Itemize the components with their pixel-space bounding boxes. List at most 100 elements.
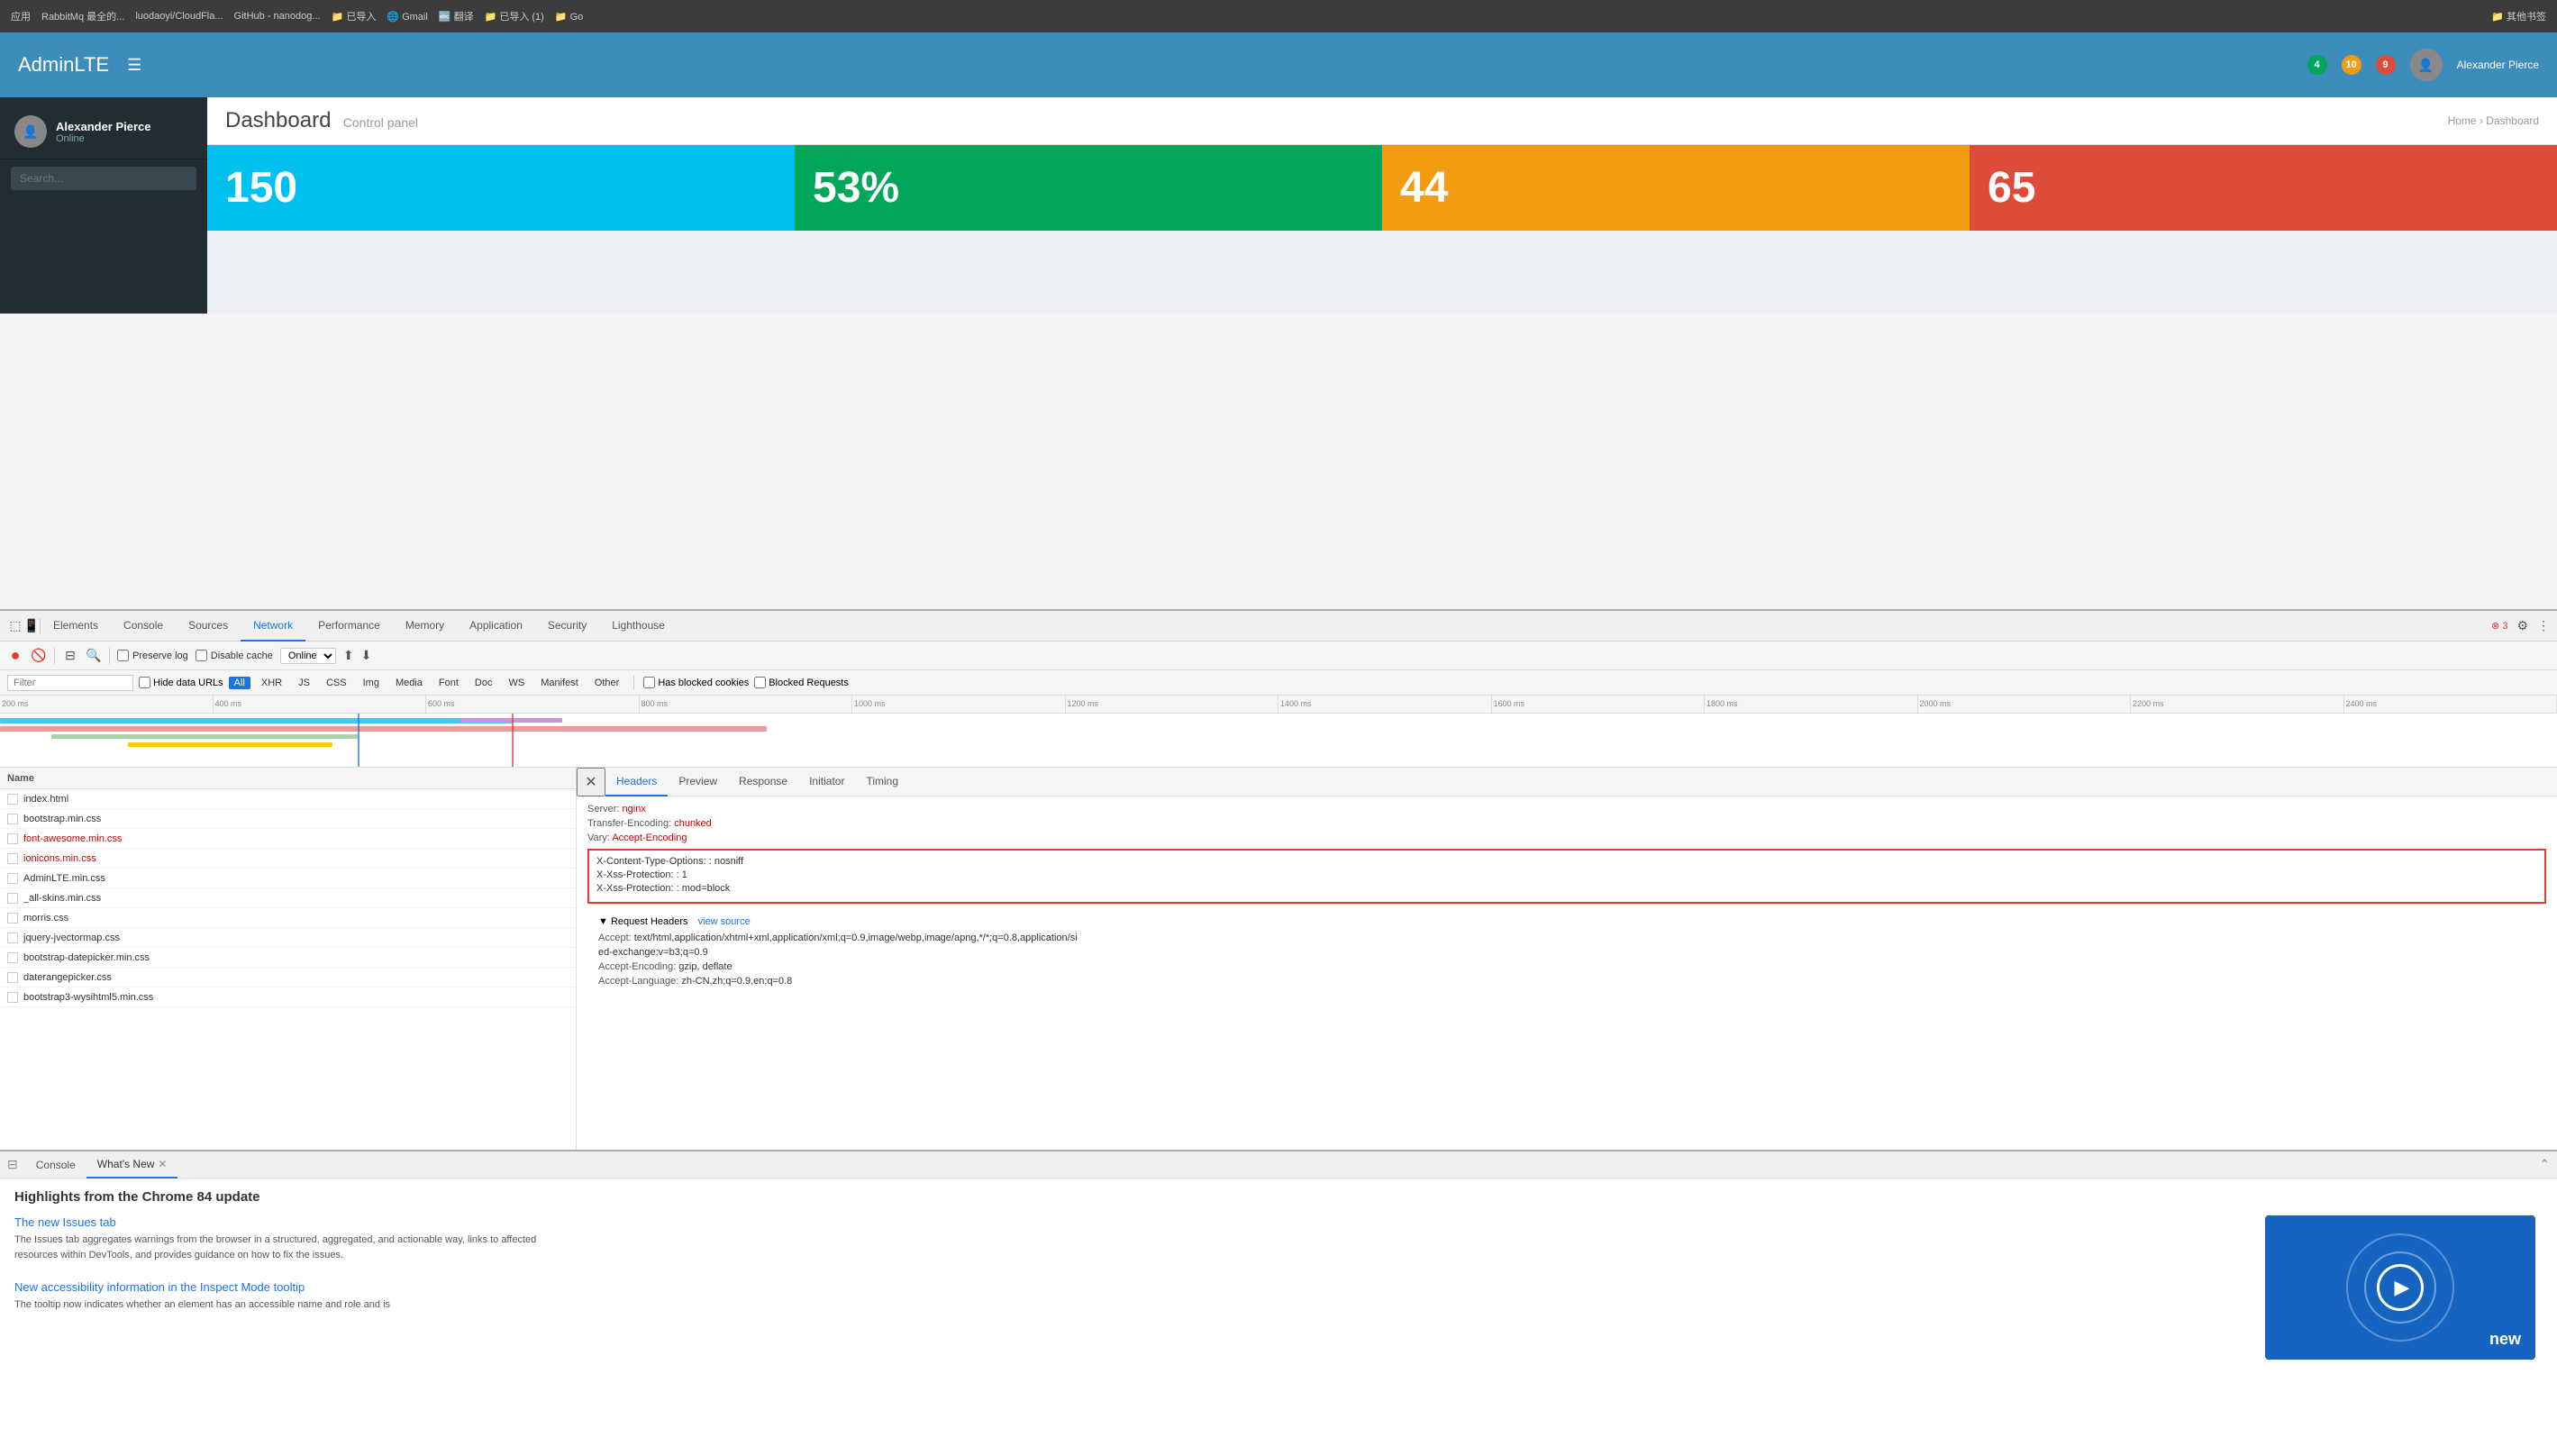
filter-toggle-button[interactable]: ⊟: [62, 648, 78, 664]
list-item[interactable]: bootstrap3-wysihtml5.min.css: [0, 987, 576, 1007]
tab-elements[interactable]: Elements: [41, 611, 111, 642]
upload-icon[interactable]: ⬆: [343, 648, 354, 663]
header-row: Accept: text/html,application/xhtml+xml,…: [598, 933, 2535, 943]
filter-type-css[interactable]: CSS: [321, 677, 352, 689]
bottom-tab-console[interactable]: Console: [25, 1151, 86, 1178]
stat-box-orange: 44: [1382, 145, 1970, 231]
hide-data-urls-checkbox[interactable]: [139, 677, 150, 688]
filter-type-doc[interactable]: Doc: [469, 677, 498, 689]
download-icon[interactable]: ⬇: [361, 648, 372, 663]
news-desc-2: The tooltip now indicates whether an ele…: [14, 1297, 537, 1313]
filter-type-other[interactable]: Other: [589, 677, 625, 689]
filter-input[interactable]: [7, 675, 133, 691]
details-tab-response[interactable]: Response: [728, 768, 798, 796]
news-title-2[interactable]: New accessibility information in the Ins…: [14, 1280, 2258, 1294]
filter-type-xhr[interactable]: XHR: [256, 677, 287, 689]
tab-application[interactable]: Application: [457, 611, 535, 642]
tab-console[interactable]: Console: [111, 611, 176, 642]
bottom-tab-whats-new[interactable]: What's New ✕: [86, 1151, 178, 1178]
filter-type-ws[interactable]: WS: [503, 677, 530, 689]
topbar-gmail[interactable]: 🌐 Gmail: [387, 11, 427, 23]
disable-cache-checkbox[interactable]: [196, 650, 207, 661]
details-close-button[interactable]: ✕: [577, 768, 605, 796]
view-source-link[interactable]: view source: [698, 916, 751, 927]
tab-network[interactable]: Network: [241, 611, 305, 642]
breadcrumb: Home › Dashboard: [2448, 114, 2539, 127]
disable-cache-label[interactable]: Disable cache: [196, 650, 273, 661]
request-headers-title: ▼ Request Headers view source: [598, 916, 2535, 927]
hide-data-urls-label[interactable]: Hide data URLs: [139, 677, 223, 688]
blocked-requests-label[interactable]: Blocked Requests: [754, 677, 849, 688]
tab-security[interactable]: Security: [535, 611, 599, 642]
has-blocked-cookies-checkbox[interactable]: [643, 677, 655, 688]
header-row: Accept-Encoding: gzip, deflate: [598, 961, 2535, 972]
devtools-bottom: ⊟ Console What's New ✕ ⌃ Highlights from…: [0, 1150, 2557, 1456]
list-item[interactable]: ionicons.min.css: [0, 849, 576, 869]
details-header: ✕ Headers Preview Response Initiator Tim…: [577, 768, 2557, 796]
list-item[interactable]: bootstrap-datepicker.min.css: [0, 948, 576, 968]
header-row: Accept-Language: zh-CN,zh;q=0.9,en;q=0.8: [598, 976, 2535, 987]
list-item[interactable]: _all-skins.min.css: [0, 888, 576, 908]
filter-type-all[interactable]: All: [229, 677, 250, 689]
filter-type-manifest[interactable]: Manifest: [535, 677, 584, 689]
tab-sources[interactable]: Sources: [176, 611, 241, 642]
topbar-rabbitmq[interactable]: RabbitMq 最全的...: [41, 9, 124, 23]
list-item[interactable]: daterangepicker.css: [0, 968, 576, 987]
highlight-key: X-Xss-Protection:: [596, 869, 677, 880]
tab-memory[interactable]: Memory: [393, 611, 457, 642]
tab-lighthouse[interactable]: Lighthouse: [599, 611, 678, 642]
filter-type-font[interactable]: Font: [433, 677, 464, 689]
tab-performance[interactable]: Performance: [305, 611, 393, 642]
topbar-cloudflare[interactable]: luodaoyi/CloudFla...: [135, 11, 223, 22]
settings-icon[interactable]: ⚙: [2516, 618, 2528, 633]
topbar-github[interactable]: GitHub - nanodog...: [234, 11, 321, 22]
record-button[interactable]: ●: [7, 648, 23, 664]
main-layout: 👤 Alexander Pierce Online Dashboard Cont…: [0, 97, 2557, 314]
network-throttle-select[interactable]: Online: [280, 648, 336, 664]
filter-type-media[interactable]: Media: [390, 677, 428, 689]
search-button[interactable]: 🔍: [86, 648, 102, 664]
details-tab-headers[interactable]: Headers: [605, 768, 668, 796]
sidebar-search[interactable]: [0, 159, 207, 197]
list-item[interactable]: index.html: [0, 789, 576, 809]
whats-new-close-button[interactable]: ✕: [158, 1158, 167, 1170]
timeline-mark-600: 600 ms: [426, 696, 640, 713]
stat-number-red: 65: [1988, 163, 2539, 213]
topbar-imported1[interactable]: 📁 已导入: [332, 9, 377, 23]
clear-button[interactable]: 🚫: [31, 648, 47, 664]
topbar-translate[interactable]: 🔤 翻译: [439, 9, 474, 23]
header-value: gzip, deflate: [678, 961, 732, 972]
filter-type-img[interactable]: Img: [358, 677, 385, 689]
details-tab-timing[interactable]: Timing: [855, 768, 909, 796]
details-tab-initiator[interactable]: Initiator: [798, 768, 855, 796]
topbar-app: 应用: [11, 9, 31, 23]
bottom-panel-expand[interactable]: ⌃: [2539, 1157, 2550, 1172]
sidebar-toggle-button[interactable]: ☰: [127, 56, 141, 75]
blocked-requests-checkbox[interactable]: [754, 677, 766, 688]
news-title-1[interactable]: The new Issues tab: [14, 1215, 2258, 1229]
list-item[interactable]: bootstrap.min.css: [0, 809, 576, 829]
admin-logo: AdminLTE: [18, 53, 109, 77]
topbar-go[interactable]: 📁 Go: [555, 11, 583, 23]
preserve-log-checkbox[interactable]: [117, 650, 129, 661]
has-blocked-cookies-label[interactable]: Has blocked cookies: [643, 677, 749, 688]
play-button[interactable]: ▶: [2377, 1264, 2424, 1311]
topbar-other-books[interactable]: 📁 其他书签: [2491, 9, 2546, 23]
topbar-imported2[interactable]: 📁 已导入 (1): [485, 9, 544, 23]
bottom-highlight-text: Highlights from the Chrome 84 update: [14, 1189, 2543, 1205]
breadcrumb-home[interactable]: Home: [2448, 114, 2477, 127]
list-item[interactable]: jquery-jvectormap.css: [0, 928, 576, 948]
list-item[interactable]: font-awesome.min.css: [0, 829, 576, 849]
search-input[interactable]: [11, 167, 196, 190]
devtools-device-button[interactable]: 📱: [23, 618, 40, 634]
more-options-icon[interactable]: ⋮: [2537, 618, 2550, 633]
filter-type-js[interactable]: JS: [293, 677, 315, 689]
list-item[interactable]: AdminLTE.min.css: [0, 869, 576, 888]
preserve-log-label[interactable]: Preserve log: [117, 650, 188, 661]
devtools-inspect-button[interactable]: ⬚: [7, 618, 23, 634]
file-name: font-awesome.min.css: [23, 833, 122, 844]
details-tab-preview[interactable]: Preview: [668, 768, 728, 796]
error-badge: ⊗ 3: [2491, 620, 2507, 632]
list-item[interactable]: morris.css: [0, 908, 576, 928]
file-icon: [7, 933, 18, 943]
